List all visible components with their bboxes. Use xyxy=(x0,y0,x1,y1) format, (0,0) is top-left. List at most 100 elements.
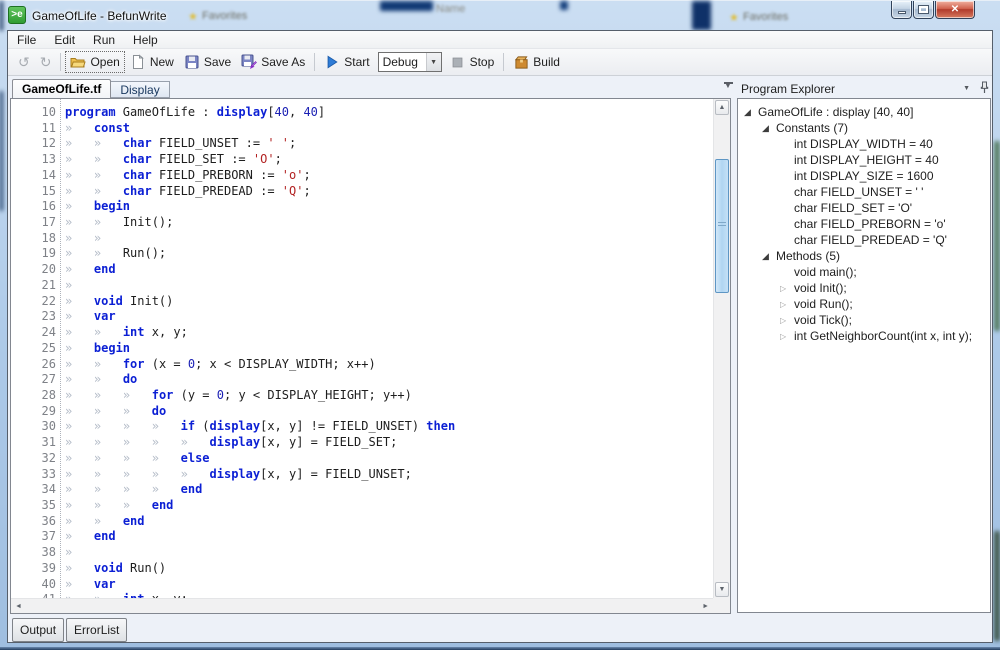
code-line[interactable]: » » » » else xyxy=(65,451,713,467)
menu-file[interactable]: File xyxy=(8,31,45,48)
tree-item[interactable]: int DISPLAY_WIDTH = 40 xyxy=(738,136,990,152)
code-line[interactable]: » » xyxy=(65,231,713,247)
tree-item[interactable]: ◢Constants (7) xyxy=(738,120,990,136)
new-button[interactable]: New xyxy=(125,51,179,73)
code-line[interactable]: » begin xyxy=(65,341,713,357)
tree-item[interactable]: ▷void Run(); xyxy=(738,296,990,312)
code-line[interactable]: » var xyxy=(65,577,713,593)
tab-gameoflife-tf[interactable]: GameOfLife.tf xyxy=(12,79,111,98)
line-number: 28 xyxy=(11,388,56,404)
code-line[interactable]: program GameOfLife : display[40, 40] xyxy=(65,105,713,121)
tree-item[interactable]: ◢GameOfLife : display [40, 40] xyxy=(738,104,990,120)
tab-display[interactable]: Display xyxy=(110,81,169,98)
code-line[interactable]: » » » » if (display[x, y] != FIELD_UNSET… xyxy=(65,419,713,435)
tab-list-dropdown[interactable]: ▼ xyxy=(722,82,734,90)
code-surface[interactable]: program GameOfLife : display[40, 40]» co… xyxy=(65,99,713,598)
tree-item[interactable]: int DISPLAY_HEIGHT = 40 xyxy=(738,152,990,168)
tree-item[interactable]: ▷void Tick(); xyxy=(738,312,990,328)
code-line[interactable]: » end xyxy=(65,262,713,278)
build-button[interactable]: Build xyxy=(508,51,565,73)
code-line[interactable]: » » end xyxy=(65,514,713,530)
pin-icon[interactable] xyxy=(980,81,989,97)
code-line[interactable]: » const xyxy=(65,121,713,137)
keyword-token: void xyxy=(94,294,123,308)
tree-item[interactable]: void main(); xyxy=(738,264,990,280)
tab-marker: » xyxy=(94,231,123,245)
expanded-icon[interactable]: ◢ xyxy=(744,107,758,118)
code-line[interactable]: » end xyxy=(65,529,713,545)
collapsed-icon[interactable]: ▷ xyxy=(780,284,794,293)
maximize-button[interactable] xyxy=(913,1,934,19)
code-line[interactable]: » » char FIELD_UNSET := ' '; xyxy=(65,136,713,152)
horizontal-scrollbar[interactable]: ◄ ► xyxy=(11,598,713,613)
code-line[interactable]: » var xyxy=(65,309,713,325)
code-line[interactable]: » » Run(); xyxy=(65,246,713,262)
line-number: 18 xyxy=(11,231,56,247)
code-line[interactable]: » » char FIELD_SET := 'O'; xyxy=(65,152,713,168)
redo-button[interactable]: ↻ xyxy=(35,52,57,72)
tree-item[interactable]: ▷int GetNeighborCount(int x, int y); xyxy=(738,328,990,344)
plain-token: [ xyxy=(267,105,274,119)
collapsed-icon[interactable]: ▷ xyxy=(780,332,794,341)
minimize-button[interactable] xyxy=(891,1,912,19)
code-line[interactable]: » » » » » display[x, y] = FIELD_UNSET; xyxy=(65,467,713,483)
tree-item[interactable]: char FIELD_PREDEAD = 'Q' xyxy=(738,232,990,248)
scroll-left-icon[interactable]: ◄ xyxy=(15,603,22,610)
tree-item[interactable]: char FIELD_UNSET = ' ' xyxy=(738,184,990,200)
code-line[interactable]: » » » » end xyxy=(65,482,713,498)
expanded-icon[interactable]: ◢ xyxy=(762,123,776,134)
scroll-down-button[interactable]: ▼ xyxy=(715,582,729,597)
collapsed-icon[interactable]: ▷ xyxy=(780,316,794,325)
menu-run[interactable]: Run xyxy=(84,31,124,48)
code-line[interactable]: » » char FIELD_PREBORN := 'o'; xyxy=(65,168,713,184)
tree-item[interactable]: int DISPLAY_SIZE = 1600 xyxy=(738,168,990,184)
line-number: 11 xyxy=(11,121,56,137)
code-line[interactable]: » » Init(); xyxy=(65,215,713,231)
panel-menu-icon[interactable]: ▼ xyxy=(963,85,970,92)
code-line[interactable]: » » int x, y; xyxy=(65,325,713,341)
tree-item-label: char FIELD_PREBORN = 'o' xyxy=(794,217,946,231)
code-line[interactable]: » » » end xyxy=(65,498,713,514)
bottom-tab-errorlist[interactable]: ErrorList xyxy=(66,618,127,642)
chevron-down-icon[interactable]: ▼ xyxy=(426,53,441,71)
string-token: 'O' xyxy=(253,152,275,166)
undo-button[interactable]: ↺ xyxy=(13,52,35,72)
code-line[interactable]: » » » » » display[x, y] = FIELD_SET; xyxy=(65,435,713,451)
code-line[interactable]: » » do xyxy=(65,372,713,388)
plain-token: FIELD_PREBORN := xyxy=(152,168,282,182)
tab-list-arrow-icon: ▼ xyxy=(722,84,734,90)
code-line[interactable]: » » » do xyxy=(65,404,713,420)
line-number: 17 xyxy=(11,215,56,231)
start-button[interactable]: Start xyxy=(319,51,374,73)
save-button[interactable]: Save xyxy=(179,51,236,73)
run-mode-combobox[interactable]: Debug ▼ xyxy=(378,52,442,72)
menu-help[interactable]: Help xyxy=(124,31,167,48)
new-label: New xyxy=(150,55,174,69)
code-line[interactable]: » » for (x = 0; x < DISPLAY_WIDTH; x++) xyxy=(65,357,713,373)
code-line[interactable]: » begin xyxy=(65,199,713,215)
vertical-scroll-thumb[interactable] xyxy=(715,159,729,293)
save-as-button[interactable]: Save As xyxy=(236,51,310,73)
code-line[interactable]: » » » for (y = 0; y < DISPLAY_HEIGHT; y+… xyxy=(65,388,713,404)
code-line[interactable]: » xyxy=(65,545,713,561)
code-line[interactable]: » void Run() xyxy=(65,561,713,577)
code-line[interactable]: » xyxy=(65,278,713,294)
menu-edit[interactable]: Edit xyxy=(45,31,84,48)
vertical-scrollbar[interactable]: ▲ ▼ xyxy=(713,99,730,598)
scroll-right-icon[interactable]: ► xyxy=(702,603,709,610)
plain-token: , xyxy=(289,105,303,119)
collapsed-icon[interactable]: ▷ xyxy=(780,300,794,309)
code-line[interactable]: » void Init() xyxy=(65,294,713,310)
expanded-icon[interactable]: ◢ xyxy=(762,251,776,262)
stop-button[interactable]: Stop xyxy=(445,51,500,73)
tree-item[interactable]: ◢Methods (5) xyxy=(738,248,990,264)
tree-item[interactable]: char FIELD_PREBORN = 'o' xyxy=(738,216,990,232)
tree-item[interactable]: ▷void Init(); xyxy=(738,280,990,296)
tree-item[interactable]: char FIELD_SET = 'O' xyxy=(738,200,990,216)
code-line[interactable]: » » char FIELD_PREDEAD := 'Q'; xyxy=(65,184,713,200)
bottom-tab-output[interactable]: Output xyxy=(12,618,64,642)
scroll-up-button[interactable]: ▲ xyxy=(715,100,729,115)
code-editor[interactable]: 1011121314151617181920212223242526272829… xyxy=(10,98,731,614)
open-button[interactable]: Open xyxy=(65,51,124,73)
close-button[interactable]: ✕ xyxy=(935,1,975,19)
